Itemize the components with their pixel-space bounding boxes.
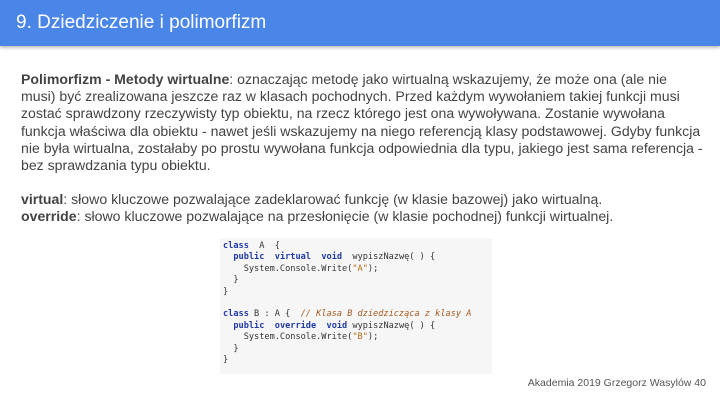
code-line: } — [223, 354, 229, 365]
code-comment: // Klasa B dziedzicząca z klasy A — [300, 309, 472, 320]
code-line: class B : A { // Klasa B dziedzicząca z … — [223, 309, 472, 320]
slide-header: 9. Dziedziczenie i polimorfizm — [0, 0, 720, 46]
polymorphism-paragraph: Polimorfizm - Metody wirtualne: oznaczaj… — [21, 71, 703, 174]
override-term: override — [21, 208, 77, 225]
code-line: } — [233, 343, 239, 354]
virtual-text: : słowo kluczowe pozwalające zadeklarowa… — [63, 191, 603, 208]
code-line: class A { — [223, 241, 280, 251]
override-definition: override: słowo kluczowe pozwalające na … — [21, 208, 703, 225]
slide-body: Polimorfizm - Metody wirtualne: oznaczaj… — [21, 71, 703, 226]
code-snippet: class A { public virtual void wypiszNazw… — [220, 238, 492, 374]
virtual-term: virtual — [21, 191, 64, 208]
code-line: public override void wypiszNazwę( ) { — [233, 320, 436, 331]
override-text: : słowo kluczowe pozwalające na przesłon… — [76, 208, 614, 225]
code-line: } — [233, 275, 239, 286]
virtual-definition: virtual: słowo kluczowe pozwalające zade… — [21, 191, 703, 208]
polymorphism-term: Polimorfizm - Metody wirtualne — [21, 71, 230, 87]
slide-title: 9. Dziedziczenie i polimorfizm — [16, 12, 267, 33]
code-line: System.Console.Write("A"); — [243, 263, 379, 274]
code-line: public virtual void wypiszNazwę( ) { — [233, 252, 436, 263]
slide-footer: Akademia 2019 Grzegorz Wasylów 40 — [527, 377, 706, 389]
code-line: System.Console.Write("B"); — [243, 332, 379, 343]
code-line: } — [223, 286, 229, 297]
